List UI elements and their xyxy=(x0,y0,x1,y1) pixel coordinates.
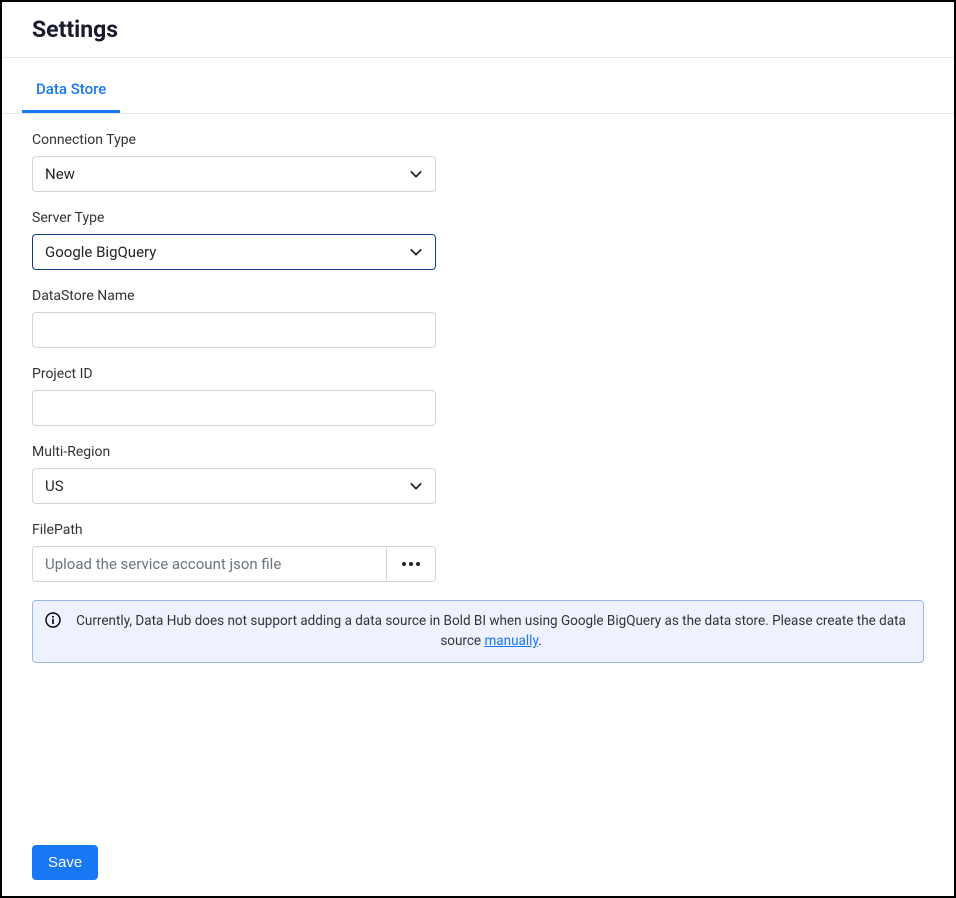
multi-region-select[interactable]: US xyxy=(32,468,436,504)
info-link-manually[interactable]: manually xyxy=(484,633,538,649)
datastore-name-input-wrapper xyxy=(32,312,436,348)
field-connection-type: Connection Type New xyxy=(32,132,924,192)
server-type-value: Google BigQuery xyxy=(45,243,409,261)
save-button[interactable]: Save xyxy=(32,845,98,880)
file-path-input[interactable]: Upload the service account json file xyxy=(32,546,386,582)
project-id-input[interactable] xyxy=(45,391,423,425)
connection-type-label: Connection Type xyxy=(32,132,924,148)
ellipsis-icon xyxy=(402,562,420,566)
multi-region-label: Multi-Region xyxy=(32,444,924,460)
chevron-down-icon xyxy=(409,479,423,493)
field-datastore-name: DataStore Name xyxy=(32,288,924,348)
chevron-down-icon xyxy=(409,245,423,259)
settings-window: Settings Data Store Connection Type New … xyxy=(0,0,956,898)
file-path-browse-button[interactable] xyxy=(386,546,436,582)
file-path-label: FilePath xyxy=(32,522,924,538)
field-project-id: Project ID xyxy=(32,366,924,426)
tab-bar: Data Store xyxy=(2,70,954,114)
datastore-name-label: DataStore Name xyxy=(32,288,924,304)
tab-data-store[interactable]: Data Store xyxy=(22,70,120,113)
info-text-after: . xyxy=(538,633,542,649)
project-id-input-wrapper xyxy=(32,390,436,426)
connection-type-select[interactable]: New xyxy=(32,156,436,192)
field-multi-region: Multi-Region US xyxy=(32,444,924,504)
field-file-path: FilePath Upload the service account json… xyxy=(32,522,924,582)
footer: Save xyxy=(2,845,954,896)
chevron-down-icon xyxy=(409,167,423,181)
multi-region-value: US xyxy=(45,477,409,495)
datastore-name-input[interactable] xyxy=(45,313,423,347)
page-title: Settings xyxy=(32,16,924,43)
form-area: Connection Type New Server Type Google B… xyxy=(2,114,954,845)
info-text: Currently, Data Hub does not support add… xyxy=(71,611,911,652)
server-type-select[interactable]: Google BigQuery xyxy=(32,234,436,270)
file-path-group: Upload the service account json file xyxy=(32,546,436,582)
connection-type-value: New xyxy=(45,165,409,183)
server-type-label: Server Type xyxy=(32,210,924,226)
info-icon xyxy=(45,612,61,628)
project-id-label: Project ID xyxy=(32,366,924,382)
field-server-type: Server Type Google BigQuery xyxy=(32,210,924,270)
header: Settings xyxy=(2,2,954,58)
info-banner: Currently, Data Hub does not support add… xyxy=(32,600,924,663)
